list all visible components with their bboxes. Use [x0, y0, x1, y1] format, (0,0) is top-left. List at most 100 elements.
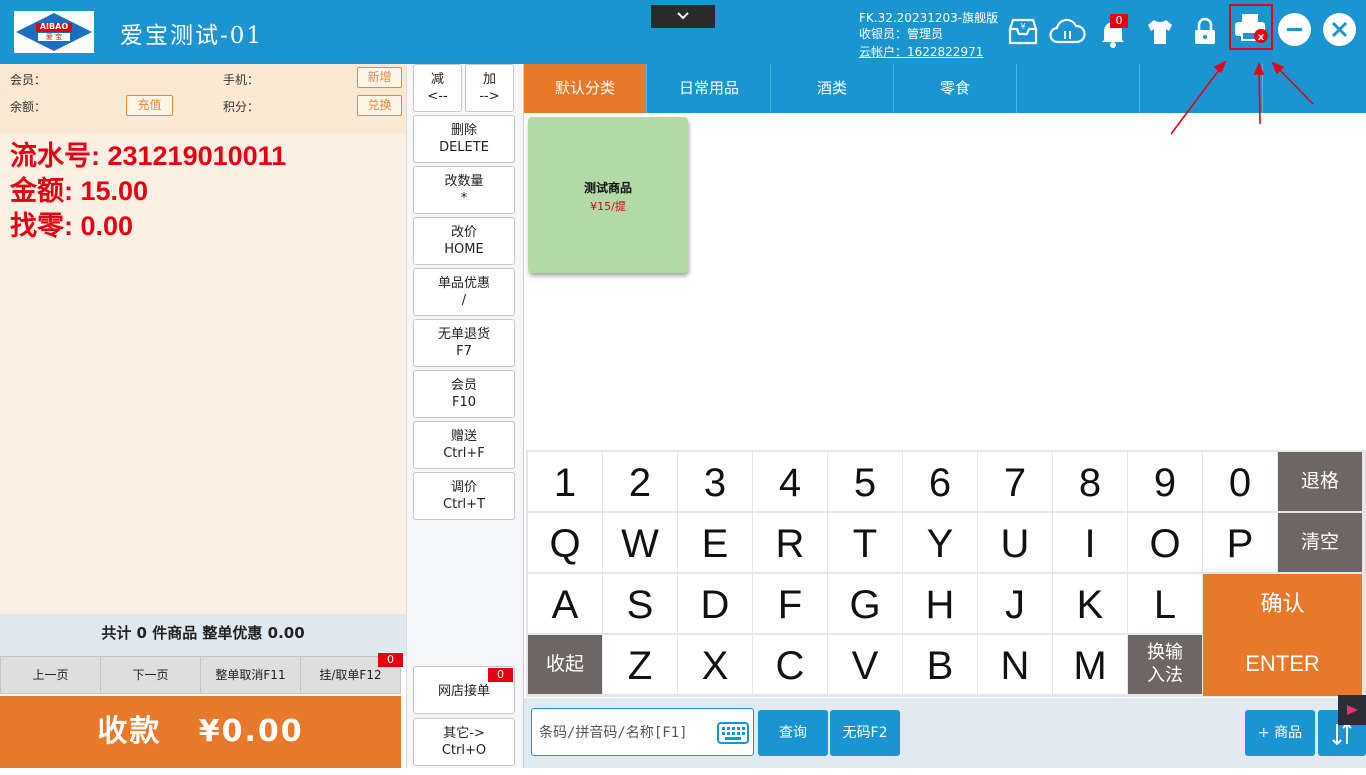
key-i[interactable]: I [1053, 513, 1127, 572]
key-e[interactable]: E [678, 513, 752, 572]
clear-key[interactable]: 清空 [1278, 513, 1362, 572]
key-h[interactable]: H [903, 574, 977, 633]
lock-button[interactable] [1185, 12, 1225, 52]
key-9[interactable]: 9 [1128, 452, 1202, 511]
cancel-order-button[interactable]: 整单取消F11 [200, 656, 301, 694]
switch-ime-key[interactable]: 换输 入法 [1128, 635, 1202, 694]
key-0[interactable]: 0 [1203, 452, 1277, 511]
key-c[interactable]: C [753, 635, 827, 694]
header-dropdown-button[interactable] [651, 5, 715, 28]
tab-daily-goods[interactable]: 日常用品 [648, 64, 771, 113]
key-o[interactable]: O [1128, 513, 1202, 572]
key-v[interactable]: V [828, 635, 902, 694]
tab-default-category[interactable]: 默认分类 [524, 64, 647, 113]
app-title: 爱宝测试-01 [120, 23, 264, 49]
backspace-key[interactable]: 退格 [1278, 452, 1362, 511]
tab-empty-1 [1017, 64, 1140, 113]
member-button-key: F10 [451, 395, 477, 410]
redeem-button[interactable]: 兑换 [357, 95, 402, 116]
key-f[interactable]: F [753, 574, 827, 633]
chevron-down-icon [677, 12, 689, 20]
key-n[interactable]: N [978, 635, 1052, 694]
change-amount: 找零: 0.00 [10, 211, 134, 241]
product-card[interactable]: 测试商品 ¥15/提 [528, 117, 688, 273]
gift-button[interactable]: 赠送 Ctrl+F [413, 421, 515, 469]
cash-drawer-button[interactable]: ¥ [1003, 12, 1043, 52]
recharge-button[interactable]: 充值 [126, 95, 173, 116]
key-g[interactable]: G [828, 574, 902, 633]
cloud-account-link[interactable]: 云帐户：1622822971 [859, 43, 983, 60]
collapse-keyboard-key[interactable]: 收起 [528, 635, 602, 694]
printer-button[interactable]: x [1229, 4, 1273, 50]
key-3[interactable]: 3 [678, 452, 752, 511]
key-t[interactable]: T [828, 513, 902, 572]
key-a[interactable]: A [528, 574, 602, 633]
order-amount: 金额: 15.00 [10, 176, 149, 206]
query-button[interactable]: 查询 [758, 710, 828, 756]
cash-drawer-icon: ¥ [1008, 18, 1038, 45]
enter-key[interactable]: 确认 ENTER [1203, 574, 1362, 696]
gift-label: 赠送 [450, 429, 477, 444]
tab-snacks[interactable]: 零食 [894, 64, 1017, 113]
key-y[interactable]: Y [903, 513, 977, 572]
key-m[interactable]: M [1053, 635, 1127, 694]
key-4[interactable]: 4 [753, 452, 827, 511]
key-7[interactable]: 7 [978, 452, 1052, 511]
pay-button[interactable]: 收款 ¥0.00 [0, 696, 401, 768]
adjust-price-button[interactable]: 调价 Ctrl+T [413, 472, 515, 520]
change-price-button[interactable]: 改价 HOME [413, 217, 515, 265]
key-k[interactable]: K [1053, 574, 1127, 633]
aibao-logo: AIBAO 爱 宝 [14, 11, 94, 53]
member-button[interactable]: 会员 F10 [413, 370, 515, 418]
floating-widget[interactable] [1338, 695, 1366, 725]
next-page-button[interactable]: 下一页 [100, 656, 201, 694]
plus-key: --> [479, 89, 500, 104]
key-5[interactable]: 5 [828, 452, 902, 511]
switch-ime-line1: 换输 [1147, 642, 1183, 662]
key-2[interactable]: 2 [603, 452, 677, 511]
key-w[interactable]: W [603, 513, 677, 572]
key-u[interactable]: U [978, 513, 1052, 572]
key-r[interactable]: R [753, 513, 827, 572]
key-8[interactable]: 8 [1053, 452, 1127, 511]
member-button-label: 会员 [450, 378, 477, 393]
add-product-button[interactable]: + 商品 [1245, 710, 1315, 756]
cloud-sync-button[interactable] [1047, 12, 1087, 52]
key-d[interactable]: D [678, 574, 752, 633]
return-no-receipt-label: 无单退货 [437, 327, 490, 342]
product-price: ¥15/提 [590, 200, 626, 213]
item-discount-label: 单品优惠 [437, 276, 490, 291]
shirt-icon [1148, 20, 1172, 44]
key-l[interactable]: L [1128, 574, 1202, 633]
minus-button[interactable]: 减 <-- [413, 64, 462, 112]
delete-button[interactable]: 删除 DELETE [413, 115, 515, 163]
key-b[interactable]: B [903, 635, 977, 694]
no-barcode-button[interactable]: 无码F2 [830, 710, 900, 756]
key-s[interactable]: S [603, 574, 677, 633]
plus-button[interactable]: 加 --> [465, 64, 514, 112]
key-j[interactable]: J [978, 574, 1052, 633]
item-discount-button[interactable]: 单品优惠 / [413, 268, 515, 316]
plus-label: 加 [482, 72, 496, 87]
keyboard-icon[interactable] [717, 721, 749, 745]
change-quantity-button[interactable]: 改数量 * [413, 166, 515, 214]
theme-button[interactable] [1140, 12, 1180, 52]
tab-liquor[interactable]: 酒类 [771, 64, 894, 113]
cloud-icon [1049, 18, 1086, 44]
order-summary: 共计 0 件商品 整单优惠 0.00 [0, 614, 406, 656]
key-1[interactable]: 1 [528, 452, 602, 511]
logo-text: AIBAO [39, 22, 69, 31]
prev-page-button[interactable]: 上一页 [0, 656, 101, 694]
key-z[interactable]: Z [603, 635, 677, 694]
key-x[interactable]: X [678, 635, 752, 694]
return-no-receipt-button[interactable]: 无单退货 F7 [413, 319, 515, 367]
key-q[interactable]: Q [528, 513, 602, 572]
key-6[interactable]: 6 [903, 452, 977, 511]
close-button[interactable] [1323, 13, 1356, 46]
search-box [531, 708, 754, 756]
minimize-button[interactable] [1278, 13, 1311, 46]
search-input[interactable] [537, 721, 713, 745]
key-p[interactable]: P [1203, 513, 1277, 572]
other-functions-button[interactable]: 其它-> Ctrl+O [413, 718, 515, 766]
add-member-button[interactable]: 新增 [357, 67, 402, 88]
